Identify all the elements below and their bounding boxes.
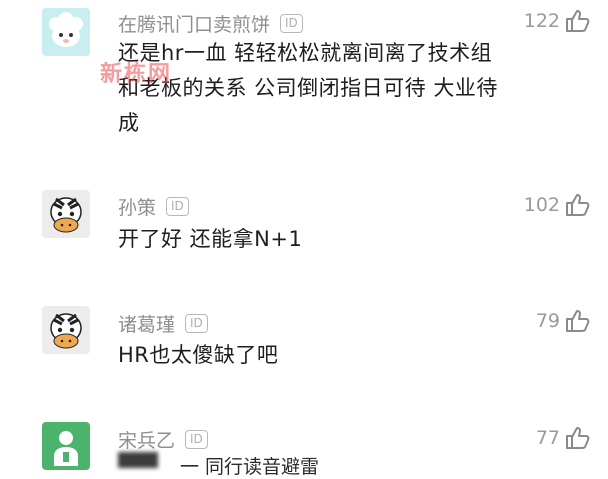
comment-text-line: 成 <box>118 111 140 135</box>
comment-text-line: 和老板的关系 公司倒闭指日可待 大业待 <box>118 76 498 100</box>
comment-text: HR也太傻缺了吧 <box>118 338 518 373</box>
username[interactable]: 孙策 <box>118 193 156 220</box>
avatar[interactable] <box>42 8 90 56</box>
id-badge: ID <box>185 430 208 449</box>
comment-text-line: 还是hr一血 轻轻松松就离间离了技术组 <box>118 41 493 65</box>
avatar[interactable] <box>42 306 90 354</box>
watermark: 新栋网 <box>100 62 173 87</box>
comment-header: 宋兵乙 ID <box>118 426 208 453</box>
username[interactable]: 在腾讯门口卖煎饼 <box>118 10 270 37</box>
comment-header: 诸葛瑾 ID <box>118 310 208 337</box>
like-count: 79 <box>535 310 560 332</box>
avatar[interactable] <box>42 422 90 470</box>
id-badge: ID <box>280 14 303 33</box>
comment-header: 孙策 ID <box>118 193 189 220</box>
like-button[interactable]: 102 <box>524 192 590 218</box>
like-button[interactable]: 79 <box>536 308 590 334</box>
like-button[interactable]: 122 <box>524 8 590 34</box>
avatar[interactable] <box>42 190 90 238</box>
username[interactable]: 诸葛瑾 <box>118 310 175 337</box>
thumbs-up-icon[interactable] <box>564 192 590 218</box>
like-count: 122 <box>523 10 560 32</box>
id-badge: ID <box>166 197 189 216</box>
username[interactable]: 宋兵乙 <box>118 426 175 453</box>
zebra-avatar-icon <box>50 313 82 349</box>
redacted-block <box>118 452 158 468</box>
like-count: 102 <box>523 194 560 216</box>
comment-text: 还是hr一血 轻轻松松就离间离了技术组 和老板的关系 公司倒闭指日可待 大业待 … <box>118 36 518 141</box>
thumbs-up-icon[interactable] <box>564 8 590 34</box>
like-count: 77 <box>535 427 560 449</box>
like-button[interactable]: 77 <box>536 425 590 451</box>
comment-text-line: 开了好 还能拿N+1 <box>118 227 303 251</box>
sheep-avatar-icon <box>49 12 83 47</box>
person-avatar-icon <box>54 431 78 466</box>
thumbs-up-icon[interactable] <box>564 425 590 451</box>
thumbs-up-icon[interactable] <box>564 308 590 334</box>
id-badge: ID <box>185 314 208 333</box>
zebra-avatar-icon <box>50 197 82 233</box>
comment-text: 开了好 还能拿N+1 <box>118 222 518 257</box>
comment-header: 在腾讯门口卖煎饼 ID <box>118 10 303 37</box>
comment-text-line: HR也太傻缺了吧 <box>118 343 279 367</box>
comment-text-line: 一 同行读音避雷 <box>180 456 320 478</box>
